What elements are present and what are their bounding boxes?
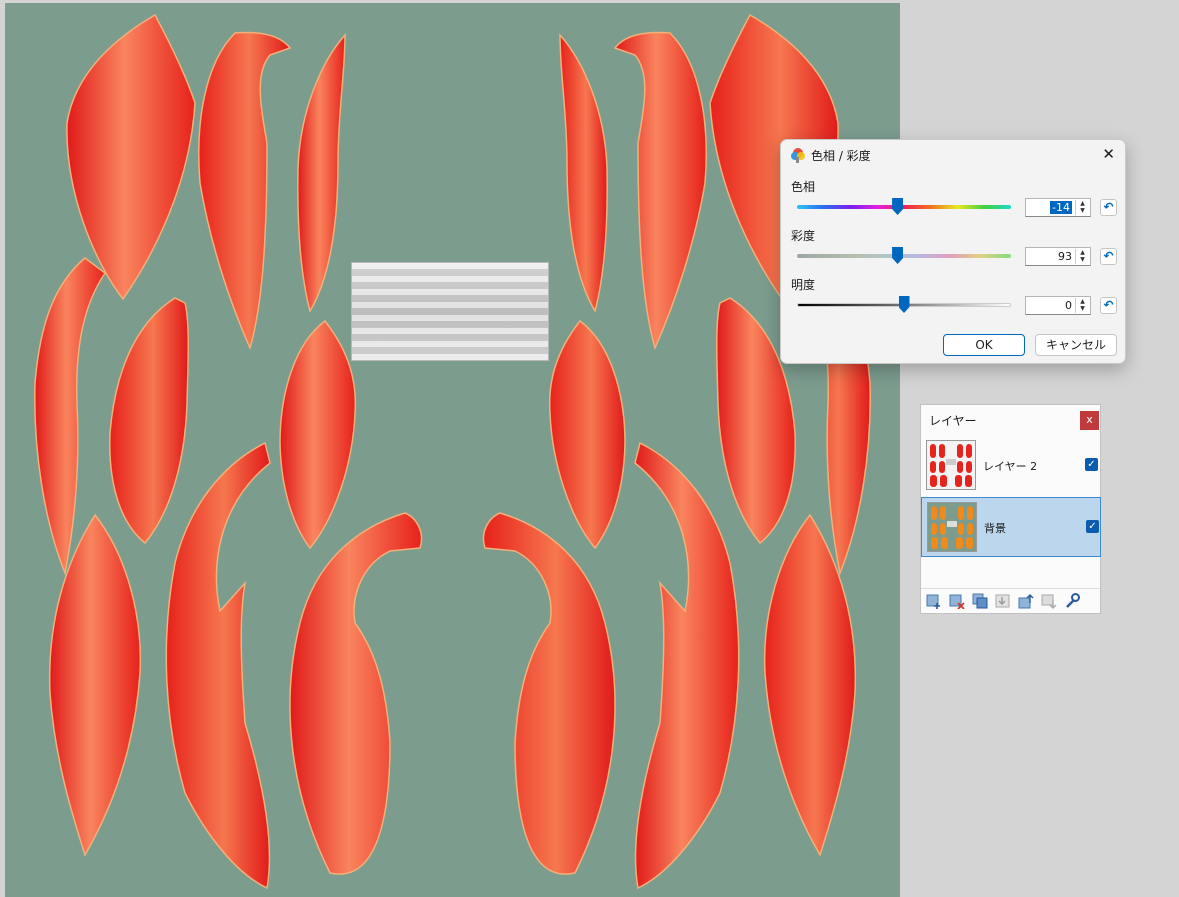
saturation-reset-button[interactable]: ↶	[1100, 248, 1117, 265]
image-canvas[interactable]	[5, 3, 900, 897]
move-layer-down-icon[interactable]	[1041, 593, 1057, 609]
layer-row-layer-2[interactable]: レイヤー 2 ✓	[921, 436, 1100, 496]
hue-saturation-dialog: 色相 / 彩度 ✕ 色相 -14 ▲ ▼ ↶ 彩度 93 ▲ ▼ ↶ 明度 0 ▲ ▼…	[780, 139, 1126, 364]
merge-down-icon[interactable]	[995, 593, 1011, 609]
hue-value-field[interactable]: -14 ▲ ▼	[1025, 198, 1091, 217]
layers-panel-title: レイヤー	[929, 414, 977, 428]
ok-button[interactable]: OK	[943, 334, 1025, 356]
close-icon[interactable]: ✕	[1102, 147, 1115, 162]
saturation-slider-track[interactable]	[797, 254, 1011, 258]
layer-thumbnail	[926, 440, 976, 490]
layer-2-preview	[930, 444, 972, 487]
layer-row-background[interactable]: 背景 ✓	[921, 497, 1101, 557]
saturation-slider-thumb[interactable]	[892, 247, 904, 264]
close-icon[interactable]: x	[1080, 411, 1099, 430]
layers-panel: レイヤー x レイヤー 2 ✓ 背景 ✓	[920, 404, 1101, 614]
layer-name: レイヤー 2	[983, 460, 1038, 473]
duplicate-layer-icon[interactable]	[972, 593, 988, 609]
saturation-label: 彩度	[791, 229, 816, 243]
layer-visibility-checkbox[interactable]: ✓	[1085, 458, 1098, 471]
layers-toolbar	[921, 588, 1100, 613]
layer-visibility-checkbox[interactable]: ✓	[1086, 520, 1099, 533]
saturation-spin-arrows[interactable]: ▲ ▼	[1075, 249, 1089, 264]
undo-icon: ↶	[1103, 249, 1114, 263]
brightness-spin-arrows[interactable]: ▲ ▼	[1075, 298, 1089, 313]
undo-icon: ↶	[1103, 298, 1114, 312]
hue-reset-button[interactable]: ↶	[1100, 199, 1117, 216]
hue-label: 色相	[791, 180, 816, 194]
delete-layer-icon[interactable]	[949, 593, 965, 609]
texture-artwork	[34, 13, 871, 890]
cancel-button[interactable]: キャンセル	[1035, 334, 1117, 356]
layer-thumbnail	[927, 502, 977, 552]
saturation-value: 93	[1058, 250, 1072, 263]
hue-spin-arrows[interactable]: ▲ ▼	[1075, 200, 1089, 215]
dialog-title: 色相 / 彩度	[811, 149, 871, 163]
undo-icon: ↶	[1103, 200, 1114, 214]
hue-value: -14	[1050, 201, 1072, 214]
layer-properties-icon[interactable]	[1064, 593, 1080, 609]
hue-slider-track[interactable]	[797, 205, 1011, 209]
hue-slider-thumb[interactable]	[892, 198, 904, 215]
brightness-value-field[interactable]: 0 ▲ ▼	[1025, 296, 1091, 315]
layer-name: 背景	[984, 522, 1006, 535]
brightness-value: 0	[1065, 299, 1072, 312]
brightness-label: 明度	[791, 278, 816, 292]
move-layer-up-icon[interactable]	[1018, 593, 1034, 609]
zipper-texture-patch	[351, 262, 549, 361]
new-layer-icon[interactable]	[926, 593, 942, 609]
background-layer-preview	[931, 506, 973, 549]
brightness-reset-button[interactable]: ↶	[1100, 297, 1117, 314]
saturation-value-field[interactable]: 93 ▲ ▼	[1025, 247, 1091, 266]
brightness-slider-thumb[interactable]	[898, 296, 910, 313]
color-palette-icon	[791, 148, 805, 163]
